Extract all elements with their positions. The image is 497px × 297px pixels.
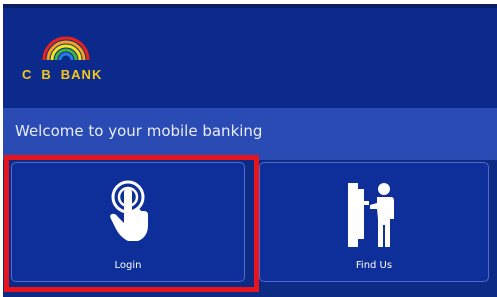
touch-hand-icon [110, 180, 148, 241]
welcome-text: Welcome to your mobile banking [15, 122, 263, 140]
atm-person-icon [348, 183, 394, 247]
bank-logo: C B BANK [22, 35, 132, 95]
find-us-button[interactable]: Find Us [259, 162, 489, 282]
bank-name: C B BANK [22, 67, 111, 82]
logo-letter-b: B [41, 67, 52, 82]
logo-letter-c: C [22, 67, 33, 82]
app-header: C B BANK [3, 8, 497, 108]
rainbow-logo-icon [42, 36, 90, 61]
find-us-label: Find Us [355, 260, 393, 271]
login-button[interactable]: Login [11, 162, 245, 282]
login-label: Login [114, 260, 142, 271]
welcome-banner: Welcome to your mobile banking [3, 108, 497, 160]
logo-word-bank: BANK [60, 67, 103, 82]
app-screen: C B BANK Welcome to your mobile banking Lo… [3, 4, 497, 297]
